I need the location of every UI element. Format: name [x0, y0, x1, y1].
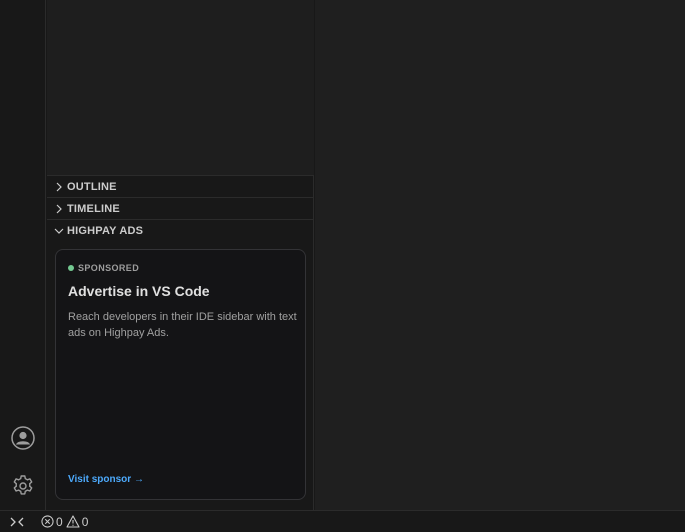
sponsored-label: SPONSORED — [78, 263, 140, 273]
section-timeline-label: TIMELINE — [67, 202, 120, 215]
section-outline-label: OUTLINE — [67, 180, 117, 193]
chevron-down-icon — [52, 224, 66, 238]
warning-count: 0 — [81, 514, 89, 529]
section-highpay-ads-label: HIGHPAY ADS — [67, 224, 144, 237]
sponsored-badge: SPONSORED — [68, 263, 139, 273]
warning-icon — [66, 515, 80, 528]
editor-area — [315, 0, 685, 510]
problems-indicator[interactable]: 0 0 — [41, 515, 91, 529]
chevron-right-icon — [52, 180, 66, 194]
remote-icon — [10, 517, 24, 526]
section-outline[interactable]: OUTLINE — [47, 175, 314, 197]
account-icon[interactable] — [11, 426, 35, 450]
error-icon — [41, 515, 54, 528]
visit-sponsor-link[interactable]: Visit sponsor → — [68, 474, 144, 485]
remote-indicator-button[interactable] — [0, 511, 34, 532]
ad-description: Reach developers in their IDE sidebar wi… — [68, 311, 297, 339]
explorer-empty-area — [47, 0, 314, 175]
status-bar: 0 0 — [0, 510, 685, 532]
error-count: 0 — [56, 514, 63, 529]
chevron-right-icon — [52, 202, 66, 216]
vscode-window: OUTLINE TIMELINE HIGHPAY ADS SPONSORED A… — [0, 0, 685, 532]
sidebar: OUTLINE TIMELINE HIGHPAY ADS SPONSORED A… — [47, 0, 314, 510]
section-highpay-ads[interactable]: HIGHPAY ADS — [47, 219, 314, 241]
status-dot-icon — [68, 265, 74, 271]
section-timeline[interactable]: TIMELINE — [47, 197, 314, 219]
activity-bar — [0, 0, 46, 510]
ad-title: Advertise in VS Code — [68, 283, 210, 299]
ad-card: SPONSORED Advertise in VS Code Reach dev… — [55, 249, 306, 500]
gear-icon[interactable] — [11, 474, 35, 498]
